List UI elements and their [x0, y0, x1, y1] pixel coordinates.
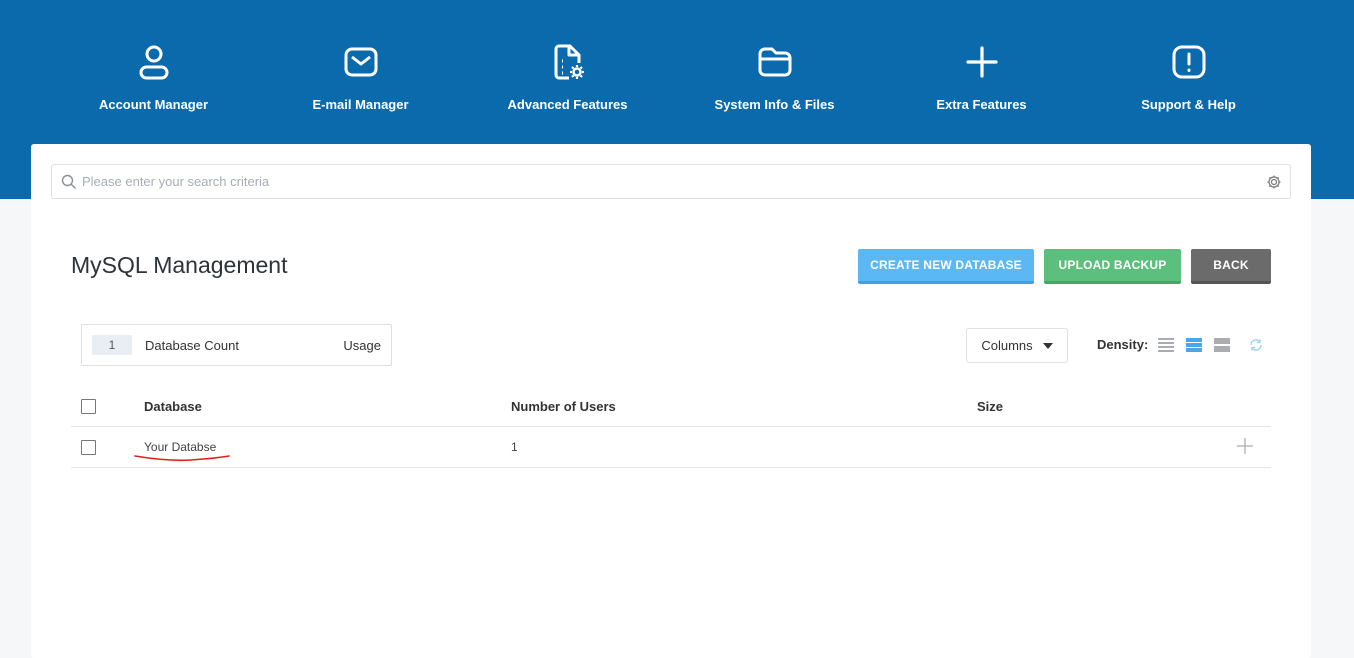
nav-item-email-manager[interactable]: E-mail Manager — [257, 40, 464, 120]
folder-icon — [755, 40, 795, 84]
plus-icon — [962, 40, 1002, 84]
red-underline-annotation — [133, 453, 231, 467]
nav-item-support-help[interactable]: Support & Help — [1085, 40, 1292, 120]
column-header-size[interactable]: Size — [977, 399, 1003, 414]
nav-label: Support & Help — [1141, 97, 1236, 112]
alert-icon — [1169, 40, 1209, 84]
gear-icon[interactable] — [1266, 174, 1282, 190]
table-row[interactable]: Your Databse 1 — [71, 427, 1271, 468]
back-button[interactable]: BACK — [1191, 249, 1271, 284]
nav-label: Extra Features — [936, 97, 1027, 112]
user-icon — [134, 40, 174, 84]
upload-backup-button[interactable]: UPLOAD BACKUP — [1044, 249, 1181, 284]
main-panel: MySQL Management CREATE NEW DATABASE UPL… — [31, 144, 1311, 658]
density-label: Density: — [1097, 337, 1149, 352]
search-input[interactable] — [82, 165, 1252, 198]
nav-label: Advanced Features — [507, 97, 628, 112]
create-new-database-button[interactable]: CREATE NEW DATABASE — [858, 249, 1034, 284]
refresh-icon[interactable] — [1249, 338, 1263, 352]
database-count-value: 1 — [92, 335, 132, 355]
column-header-number-of-users[interactable]: Number of Users — [511, 399, 616, 414]
number-of-users: 1 — [511, 440, 518, 454]
search-bar — [51, 164, 1291, 199]
columns-label: Columns — [981, 338, 1033, 353]
file-gear-icon — [548, 40, 588, 84]
nav-label: Account Manager — [98, 97, 209, 112]
columns-dropdown[interactable]: Columns — [966, 328, 1068, 363]
database-name[interactable]: Your Databse — [144, 440, 216, 454]
nav-label: E-mail Manager — [312, 97, 409, 112]
database-stats-box: 1 Database Count Usage — [81, 324, 392, 366]
column-header-database[interactable]: Database — [144, 399, 202, 414]
nav-item-account-manager[interactable]: Account Manager — [50, 40, 257, 120]
nav-item-system-info-files[interactable]: System Info & Files — [671, 40, 878, 120]
nav-item-extra-features[interactable]: Extra Features — [878, 40, 1085, 120]
density-medium-icon[interactable] — [1186, 337, 1202, 353]
expand-plus-icon[interactable] — [1236, 437, 1254, 455]
mail-icon — [341, 40, 381, 84]
density-compact-icon[interactable] — [1158, 337, 1174, 353]
usage-link[interactable]: Usage — [343, 338, 381, 353]
nav-item-advanced-features[interactable]: Advanced Features — [464, 40, 671, 120]
select-all-checkbox[interactable] — [81, 399, 96, 414]
search-icon — [61, 174, 77, 190]
caret-down-icon — [1042, 342, 1053, 349]
nav-label: System Info & Files — [714, 97, 835, 112]
row-checkbox[interactable] — [81, 440, 96, 455]
table-header-row: Database Number of Users Size — [71, 384, 1271, 427]
database-count-label: Database Count — [145, 338, 239, 353]
page-title: MySQL Management — [71, 252, 288, 278]
main-nav: Account Manager E-mail Manager Advanced … — [50, 40, 1304, 120]
density-comfortable-icon[interactable] — [1214, 337, 1230, 353]
database-table: Database Number of Users Size Your Datab… — [71, 384, 1271, 468]
